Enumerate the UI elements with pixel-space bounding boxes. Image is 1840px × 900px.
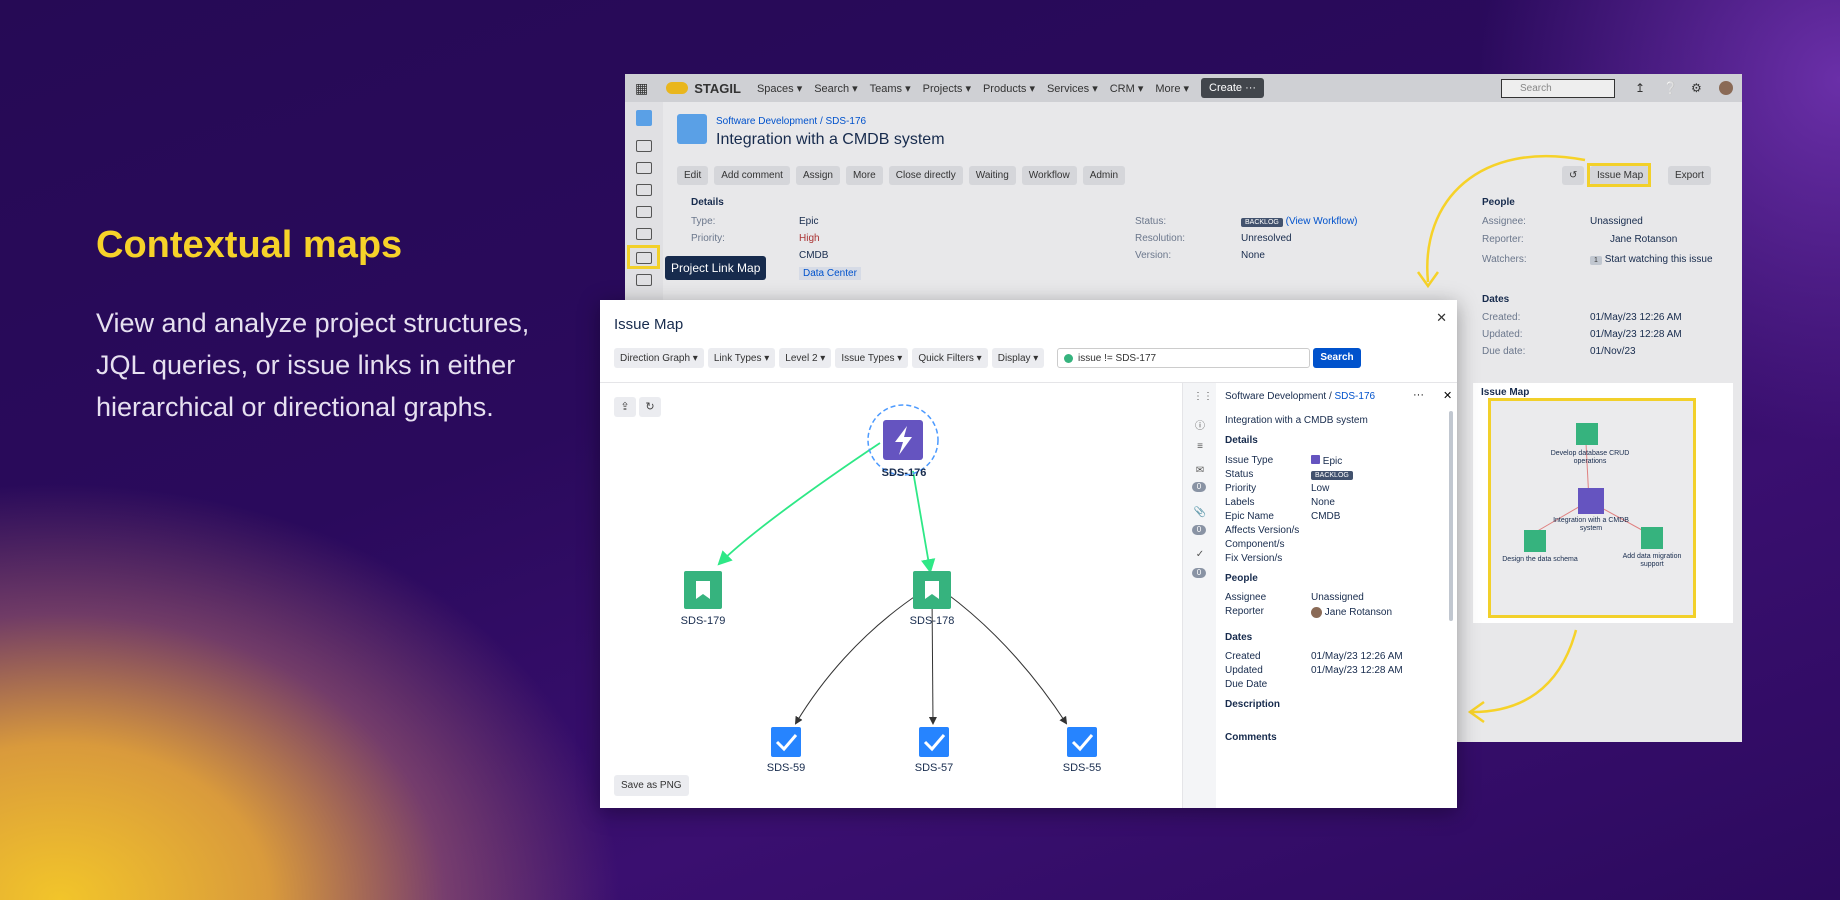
link-edge — [717, 442, 881, 566]
node-label[interactable]: SDS-57 — [899, 762, 969, 774]
link-types-dropdown[interactable]: Link Types ▾ — [707, 348, 776, 368]
board-icon[interactable] — [636, 162, 652, 174]
issue-map-modal: Issue Map ✕ Direction Graph ▾ Link Types… — [600, 300, 1457, 808]
graph-canvas — [684, 404, 1097, 757]
panel-close-icon[interactable]: ✕ — [1443, 389, 1452, 402]
mini-epic-icon[interactable] — [1578, 488, 1604, 514]
top-navigation: ▦ STAGIL Spaces ▾ Search ▾ Teams ▾ Proje… — [625, 74, 1742, 102]
save-as-png-button[interactable]: Save as PNG — [614, 775, 689, 796]
quick-filters-dropdown[interactable]: Quick Filters ▾ — [912, 348, 988, 368]
details-heading: Details — [691, 197, 724, 208]
hero-text: View and analyze project structures, JQL… — [96, 308, 530, 422]
mini-story-icon[interactable] — [1524, 530, 1546, 552]
direction-graph-dropdown[interactable]: Direction Graph ▾ — [614, 348, 704, 368]
drag-handle-icon[interactable]: ⋮⋮ — [1193, 391, 1213, 402]
stagil-logo[interactable]: STAGIL — [666, 81, 741, 96]
nav-products[interactable]: Products ▾ — [983, 82, 1035, 95]
add-comment-button[interactable]: Add comment — [714, 166, 790, 185]
global-search-input[interactable]: Search — [1501, 79, 1615, 98]
avatar — [1311, 607, 1322, 618]
nav-services[interactable]: Services ▾ — [1047, 82, 1098, 95]
modal-title: Issue Map — [614, 316, 684, 333]
project-icon[interactable] — [636, 110, 652, 126]
jql-input[interactable]: issue != SDS-177 — [1057, 348, 1310, 368]
nav-spaces[interactable]: Spaces ▾ — [757, 82, 802, 95]
admin-button[interactable]: Admin — [1082, 166, 1126, 185]
breadcrumb[interactable]: Software Development / SDS-176 — [716, 116, 866, 127]
nav-search[interactable]: Search ▾ — [814, 82, 857, 95]
close-icon[interactable]: ✕ — [1436, 310, 1447, 326]
infinity-icon — [666, 82, 689, 94]
link-edge — [912, 470, 936, 574]
app-switcher-icon[interactable]: ▦ — [635, 80, 648, 97]
task-node-icon[interactable] — [771, 727, 801, 757]
panel-breadcrumb[interactable]: Software Development / SDS-176 — [1225, 391, 1375, 402]
nav-menu: Spaces ▾ Search ▾ Teams ▾ Projects ▾ Pro… — [757, 78, 1265, 98]
assign-button[interactable]: Assign — [795, 166, 840, 185]
mini-story-icon[interactable] — [1641, 527, 1663, 549]
nav-teams[interactable]: Teams ▾ — [870, 82, 911, 95]
node-label[interactable]: SDS-178 — [897, 615, 967, 627]
issue-map-highlight — [1587, 163, 1651, 187]
waiting-button[interactable]: Waiting — [968, 166, 1016, 185]
map-toolbar: Direction Graph ▾ Link Types ▾ Level 2 ▾… — [614, 348, 1045, 368]
edit-button[interactable]: Edit — [677, 166, 709, 185]
issue-title: Integration with a CMDB system — [716, 131, 945, 148]
components-icon[interactable] — [636, 228, 652, 240]
node-label[interactable]: SDS-59 — [751, 762, 821, 774]
reports-icon[interactable] — [636, 206, 652, 218]
export-button[interactable]: Export — [1668, 166, 1711, 185]
task-node-icon[interactable] — [919, 727, 949, 757]
node-label[interactable]: SDS-55 — [1047, 762, 1117, 774]
issue-graph: ⇪ ↻ SDS-176 SDS-179 SDS-178 SDS-59 SDS-5… — [600, 383, 1182, 808]
status-badge: BACKLOG — [1241, 218, 1283, 227]
releases-icon[interactable] — [636, 184, 652, 196]
mini-story-icon[interactable] — [1576, 423, 1598, 445]
search-button[interactable]: Search — [1313, 348, 1361, 368]
node-label[interactable]: SDS-179 — [668, 615, 738, 627]
sidebar-highlight — [627, 245, 660, 269]
project-link-map-tooltip: Project Link Map — [665, 256, 767, 280]
help-icon[interactable]: ❔ — [1663, 81, 1678, 95]
check-icon[interactable]: ✓ — [1193, 549, 1207, 560]
level-dropdown[interactable]: Level 2 ▾ — [779, 348, 832, 368]
more-button[interactable]: More — [845, 166, 883, 185]
backlog-icon[interactable] — [636, 140, 652, 152]
issue-types-dropdown[interactable]: Issue Types ▾ — [835, 348, 909, 368]
epic-small-icon — [1311, 455, 1320, 464]
mini-map-graph — [1524, 423, 1663, 552]
panel-tabs: ⋮⋮ ⓘ ≡ ✉ 0 📎 0 ✓ 0 — [1182, 383, 1216, 808]
nav-more[interactable]: More ▾ — [1155, 82, 1189, 95]
fields-icon[interactable]: ≡ — [1193, 441, 1207, 452]
node-label[interactable]: SDS-176 — [869, 467, 939, 479]
nav-projects[interactable]: Projects ▾ — [923, 82, 971, 95]
hero-title: Contextual maps — [96, 224, 403, 266]
close-directly-button[interactable]: Close directly — [888, 166, 963, 185]
child-edge — [794, 592, 921, 725]
workflow-button[interactable]: Workflow — [1021, 166, 1077, 185]
status-badge: BACKLOG — [1311, 471, 1353, 480]
panel-scrollbar[interactable] — [1449, 411, 1453, 621]
more-options-icon[interactable]: ··· — [1413, 389, 1424, 401]
upload-icon[interactable]: ↥ — [1635, 81, 1645, 95]
avatar[interactable] — [1719, 81, 1733, 95]
gear-icon[interactable]: ⚙ — [1691, 81, 1702, 95]
issue-detail-panel: Software Development / SDS-176 ··· ✕ Int… — [1225, 389, 1453, 743]
attachment-icon[interactable]: 📎 — [1193, 507, 1207, 518]
epic-icon — [677, 114, 707, 144]
create-button[interactable]: Create ··· — [1201, 78, 1265, 98]
info-icon[interactable]: ⓘ — [1193, 417, 1207, 432]
child-edge — [945, 592, 1068, 725]
task-node-icon[interactable] — [1067, 727, 1097, 757]
issue-map-panel: Issue Map Develop database CRUD operatio… — [1473, 383, 1733, 623]
label-tag[interactable]: Data Center — [799, 267, 861, 280]
display-dropdown[interactable]: Display ▾ — [991, 348, 1045, 368]
nav-crm[interactable]: CRM ▾ — [1110, 82, 1144, 95]
share-button[interactable]: ↺ — [1562, 166, 1585, 185]
plugin-icon[interactable] — [636, 274, 652, 286]
child-edge — [928, 592, 937, 725]
issue-actions: Edit Add comment Assign More Close direc… — [677, 166, 1126, 185]
comment-icon[interactable]: ✉ — [1193, 465, 1207, 476]
